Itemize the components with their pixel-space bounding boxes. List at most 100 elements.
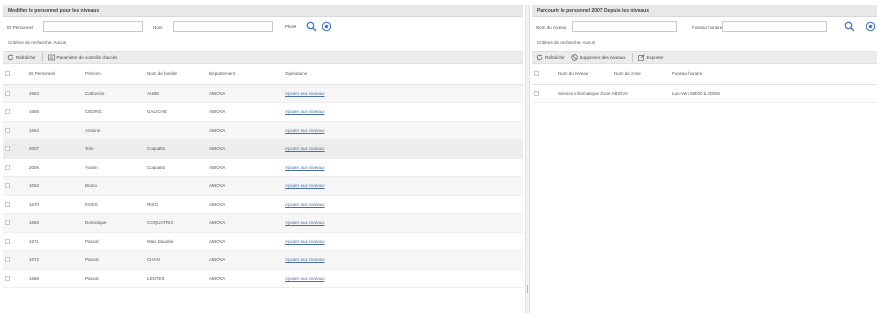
select-all-cell (532, 64, 556, 85)
remove-from-levels-button[interactable]: Supprimer des niveaux (570, 54, 626, 61)
table-row[interactable]: 1670 KOKO RIKO ABIOVA Ajouter aux niveau… (3, 195, 523, 214)
table-row[interactable]: Service informatique Zone ABIOVA Lun-Ven… (532, 84, 877, 103)
add-to-levels-link[interactable]: Ajouter aux niveaux (285, 91, 325, 96)
row-checkbox[interactable] (5, 164, 10, 170)
cell-operation: Ajouter aux niveaux (283, 232, 523, 251)
row-checkbox[interactable] (5, 257, 10, 263)
column-header[interactable]: Prénom (83, 64, 145, 85)
toolbar: Rafraîchir Paramètre de contrôle d'accès (3, 51, 523, 64)
cell-last-name: LENTES (145, 269, 207, 288)
add-to-levels-link[interactable]: Ajouter aux niveaux (285, 183, 325, 188)
row-checkbox[interactable] (5, 127, 10, 133)
cell-id: 2664 (27, 84, 83, 103)
name-input[interactable] (173, 21, 273, 32)
cell-level-zone: Service informatique Zone ABIOVA (556, 84, 670, 103)
cell-operation: Ajouter aux niveaux (283, 269, 523, 288)
column-header[interactable]: ID Personnel (27, 64, 83, 85)
select-all-checkbox[interactable] (534, 71, 539, 77)
cell-last-name: Coquatto (145, 139, 207, 159)
id-personnel-input[interactable] (43, 21, 143, 32)
row-select-cell (3, 213, 27, 233)
cell-first-name: Antoine (83, 121, 145, 140)
search-icon[interactable] (306, 21, 318, 33)
column-header[interactable]: Département (207, 64, 283, 85)
add-to-levels-link[interactable]: Ajouter aux niveaux (285, 202, 325, 207)
cell-operation: Ajouter aux niveaux (283, 102, 523, 122)
row-checkbox[interactable] (5, 109, 10, 115)
cell-first-name: Tom (83, 139, 145, 159)
table-row[interactable]: 2006 Yoann Coquatto ABIOVA Ajouter aux n… (3, 158, 523, 177)
cell-first-name: Pascal (83, 232, 145, 251)
access-params-button[interactable]: Paramètre de contrôle d'accès (47, 54, 117, 61)
row-checkbox[interactable] (5, 146, 10, 152)
refresh-button[interactable]: Rafraîchir (7, 54, 36, 61)
column-header[interactable]: Nom du niveau (556, 64, 612, 85)
add-to-levels-link[interactable]: Ajouter aux niveaux (285, 239, 325, 244)
row-checkbox[interactable] (534, 90, 539, 96)
clear-icon[interactable] (321, 21, 333, 33)
row-checkbox[interactable] (5, 183, 10, 189)
add-to-levels-link[interactable]: Ajouter aux niveaux (285, 165, 325, 170)
level-name-input[interactable] (572, 21, 677, 32)
column-header[interactable]: Nom de zone (612, 64, 670, 85)
row-select-cell (3, 158, 27, 177)
cell-department: ABIOVA (207, 213, 283, 233)
levels-table: Nom du niveau Nom de zone Fuseau horaire… (532, 64, 877, 103)
table-row[interactable]: 1671 Pascal Mais Daudrie ABIOVA Ajouter … (3, 232, 523, 251)
export-button[interactable]: Exporter (637, 54, 664, 61)
cell-timezone: Lun-Ven 08h00 à 20h00 (670, 84, 877, 103)
cell-id: 1666 (27, 269, 83, 288)
cell-department: ABIOVA (207, 250, 283, 270)
column-header[interactable]: Nom de famille (145, 64, 207, 85)
cell-department: ABIOVA (207, 139, 283, 159)
panel-title: Modifier le personnel pour les niveaux (3, 5, 523, 17)
cell-operation: Ajouter aux niveaux (283, 84, 523, 103)
add-to-levels-link[interactable]: Ajouter aux niveaux (285, 146, 325, 151)
cell-department: ABIOVA (207, 102, 283, 122)
panel-splitter[interactable] (525, 5, 530, 313)
table-row[interactable]: 1672 Pascal CHAN ABIOVA Ajouter aux nive… (3, 250, 523, 270)
cell-first-name: Yoann (83, 158, 145, 177)
add-to-levels-link[interactable]: Ajouter aux niveaux (285, 257, 325, 262)
column-header[interactable]: Fuseau horaire (670, 64, 877, 85)
more-filters-toggle[interactable]: Plus▾ (285, 24, 296, 30)
cell-operation: Ajouter aux niveaux (283, 176, 523, 196)
row-checkbox[interactable] (5, 90, 10, 96)
table-row[interactable]: 2664 Catherine AUBE ABIOVA Ajouter aux n… (3, 84, 523, 103)
cell-department: ABIOVA (207, 158, 283, 177)
table-header-row: ID Personnel Prénom Nom de famille Dépar… (3, 64, 523, 85)
search-icon[interactable] (844, 21, 856, 33)
cell-operation: Ajouter aux niveaux (283, 139, 523, 159)
cell-last-name: COQUATRIX (145, 213, 207, 233)
splitter-grip[interactable] (527, 285, 528, 293)
cell-last-name (145, 176, 207, 196)
timezone-input[interactable] (722, 21, 827, 32)
add-to-levels-link[interactable]: Ajouter aux niveaux (285, 128, 325, 133)
add-to-levels-link[interactable]: Ajouter aux niveaux (285, 276, 325, 281)
toolbar: Rafraîchir Supprimer des niveaux Exporte… (532, 51, 877, 64)
cell-operation: Ajouter aux niveaux (283, 250, 523, 270)
select-all-checkbox[interactable] (5, 71, 10, 77)
cell-last-name: GALICHE (145, 102, 207, 122)
table-row[interactable]: 1664 Antoine ABIOVA Ajouter aux niveaux (3, 121, 523, 140)
add-to-levels-link[interactable]: Ajouter aux niveaux (285, 220, 325, 225)
table-row[interactable]: 1666 Pascal LENTES ABIOVA Ajouter aux ni… (3, 269, 523, 288)
row-select-cell (3, 250, 27, 270)
table-row[interactable]: 1665 Dominique COQUATRIX ABIOVA Ajouter … (3, 213, 523, 233)
row-checkbox[interactable] (5, 201, 10, 207)
cell-id: 1666 (27, 102, 83, 122)
add-to-levels-link[interactable]: Ajouter aux niveaux (285, 109, 325, 114)
table-row[interactable]: 2007 Tom Coquatto ABIOVA Ajouter aux niv… (3, 139, 523, 159)
toolbar-divider (41, 53, 43, 62)
cell-last-name (145, 121, 207, 140)
refresh-button[interactable]: Rafraîchir (536, 54, 565, 61)
refresh-label: Rafraîchir (545, 55, 565, 60)
cell-level-name: Service informatique (558, 90, 600, 96)
clear-icon[interactable] (865, 21, 877, 33)
row-checkbox[interactable] (5, 220, 10, 226)
row-checkbox[interactable] (5, 238, 10, 244)
table-row[interactable]: 1062 Bruno ABIOVA Ajouter aux niveaux (3, 176, 523, 196)
table-row[interactable]: 1666 CEDRIC GALICHE ABIOVA Ajouter aux n… (3, 102, 523, 122)
search-bar: Nom du niveau Fuseau horaire (532, 17, 877, 37)
row-checkbox[interactable] (5, 275, 10, 281)
